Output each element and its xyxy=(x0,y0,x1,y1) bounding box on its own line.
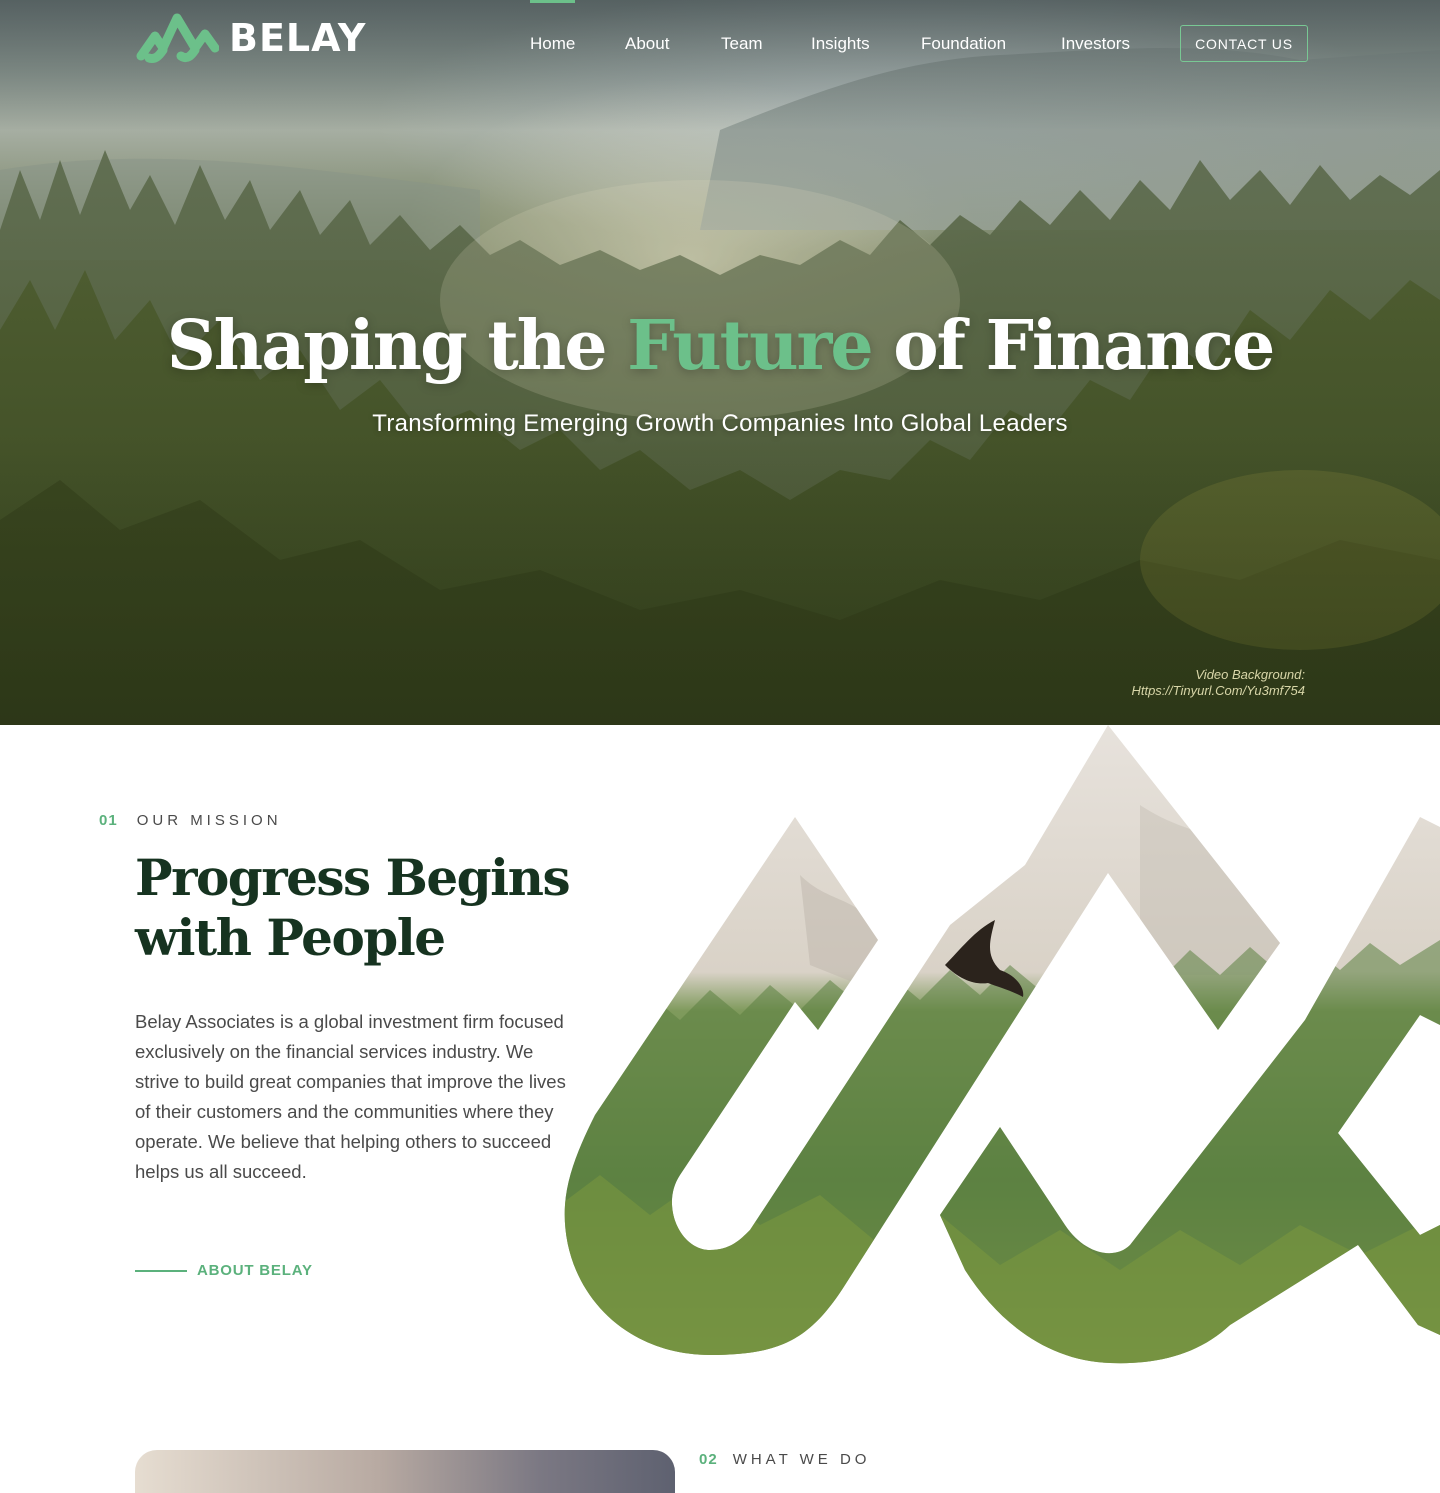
nav-foundation[interactable]: Foundation xyxy=(921,34,1006,54)
hero-title: Shaping the Future of Finance xyxy=(0,306,1440,386)
mission-number: 01 xyxy=(99,812,118,829)
what-we-do-section-label: 02 WHAT WE DO xyxy=(699,1451,870,1468)
top-navigation: BELAY Home About Team Insights Foundatio… xyxy=(0,0,1440,90)
what-we-do-number: 02 xyxy=(699,1451,718,1468)
hero-section: BELAY Home About Team Insights Foundatio… xyxy=(0,0,1440,725)
nav-insights[interactable]: Insights xyxy=(811,34,870,54)
about-belay-link[interactable]: ABOUT BELAY xyxy=(135,1262,313,1279)
hero-subtitle: Transforming Emerging Growth Companies I… xyxy=(372,410,1068,437)
nav-team[interactable]: Team xyxy=(721,34,763,54)
video-credit-label: Video Background: xyxy=(1195,667,1305,682)
mission-section-label: 01 OUR MISSION xyxy=(99,812,282,829)
mission-label: OUR MISSION xyxy=(136,812,282,829)
what-we-do-image xyxy=(135,1450,675,1493)
nav-home[interactable]: Home xyxy=(530,0,576,54)
hero-title-start: Shaping the xyxy=(166,306,628,386)
mission-heading: Progress Begins with People xyxy=(135,848,595,968)
brand-name: BELAY xyxy=(229,16,367,60)
mountain-logo-icon xyxy=(136,13,219,63)
brand-logo[interactable]: BELAY xyxy=(135,12,366,64)
mission-body: Belay Associates is a global investment … xyxy=(135,1011,566,1182)
nav-investors[interactable]: Investors xyxy=(1061,34,1130,54)
link-line-decoration xyxy=(135,1269,187,1272)
what-we-do-label: WHAT WE DO xyxy=(732,1451,871,1468)
mission-heading-line2: with People xyxy=(135,908,446,967)
mountain-logo-photo-mask xyxy=(564,725,1440,1364)
hero-title-end: of Finance xyxy=(871,306,1275,386)
mission-heading-line1: Progress Begins xyxy=(135,848,571,907)
video-credit: Video Background: Https://Tinyurl.Com/Yu… xyxy=(1131,667,1305,699)
contact-us-button[interactable]: CONTACT US xyxy=(1180,25,1308,62)
about-belay-label: ABOUT BELAY xyxy=(197,1262,313,1279)
video-credit-url[interactable]: Https://Tinyurl.Com/Yu3mf754 xyxy=(1131,683,1305,699)
hero-title-accent: Future xyxy=(627,306,873,386)
nav-about[interactable]: About xyxy=(625,34,669,54)
